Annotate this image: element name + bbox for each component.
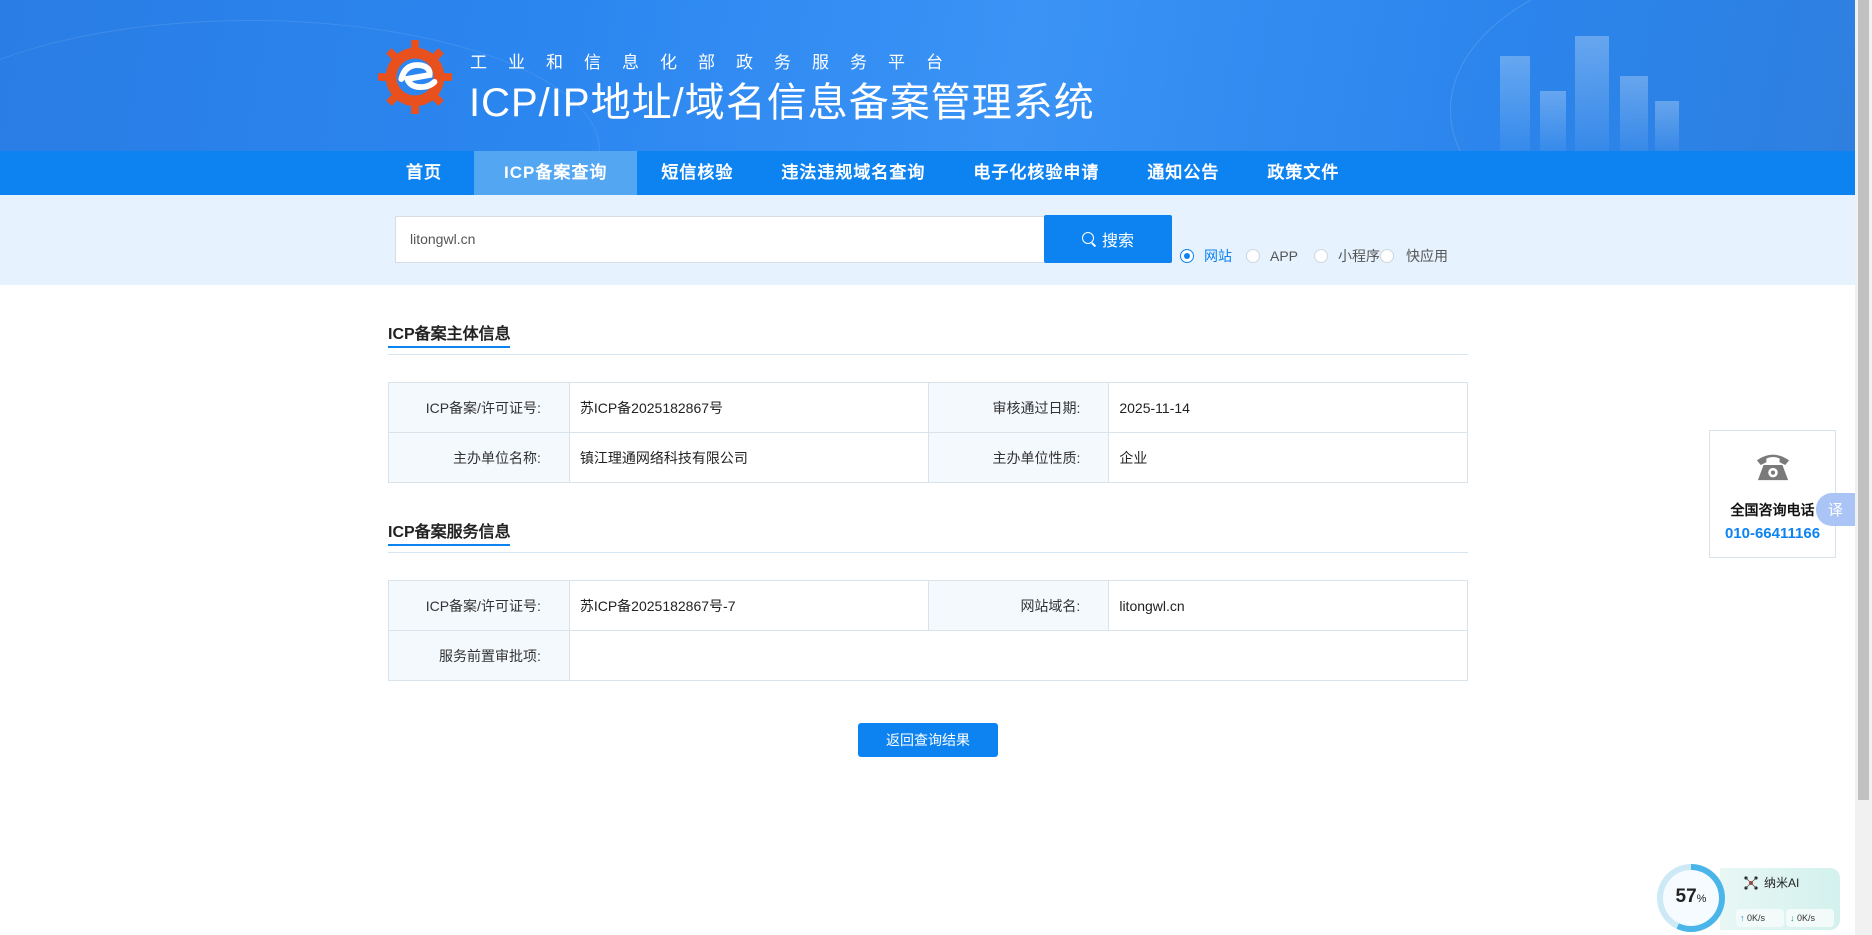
search-type-radios: 网站 APP 小程序 快应用 (1180, 246, 1462, 266)
radio-mini-program[interactable]: 小程序 (1314, 246, 1380, 266)
nav-item-sms-verify[interactable]: 短信核验 (637, 151, 757, 195)
service-license-value: 苏ICP备2025182867号-7 (568, 580, 929, 631)
license-value: 苏ICP备2025182867号 (568, 382, 929, 433)
nano-ai-icon (1744, 875, 1758, 890)
nano-ai-widget[interactable]: 纳米AI ↑ 0K/s ↓ 0K/s (1720, 868, 1840, 930)
website-domain-label: 网站域名: (927, 580, 1110, 631)
nav-item-illegal-domain-query[interactable]: 违法违规域名查询 (757, 151, 949, 195)
search-button[interactable]: 搜索 (1044, 215, 1172, 263)
table-row: ICP备案/许可证号: 苏ICP备2025182867号 审核通过日期: 202… (388, 382, 1468, 433)
radio-label: 网站 (1204, 248, 1232, 264)
usage-percent-sign: % (1696, 893, 1707, 905)
radio-dot (1246, 249, 1260, 263)
nav-item-notices[interactable]: 通知公告 (1123, 151, 1243, 195)
nav-item-policy-docs[interactable]: 政策文件 (1243, 151, 1363, 195)
ministry-logo (377, 39, 453, 115)
search-button-label: 搜索 (1101, 233, 1134, 250)
nav-item-home[interactable]: 首页 (384, 151, 474, 195)
header-banner: 工业和信息化部政务服务平台 ICP/IP地址/域名信息备案管理系统 (0, 0, 1855, 151)
section-divider (388, 354, 1468, 355)
scrollbar-thumb[interactable] (1858, 0, 1869, 800)
nav-item-e-verify-apply[interactable]: 电子化核验申请 (949, 151, 1123, 195)
system-title: ICP/IP地址/域名信息备案管理系统 (469, 81, 1095, 125)
table-row: 服务前置审批项: (388, 630, 1469, 681)
arrow-down-icon: ↓ (1790, 913, 1795, 923)
return-results-button[interactable]: 返回查询结果 (858, 723, 998, 757)
radio-dot (1180, 249, 1194, 263)
service-info-underline (388, 544, 510, 546)
memory-usage-ring[interactable]: 57% (1657, 864, 1725, 932)
hotline-number: 010-66411166 (1724, 525, 1821, 542)
arrow-up-icon: ↑ (1740, 913, 1745, 923)
approval-date-label: 审核通过日期: (927, 382, 1110, 433)
service-info-title: ICP备案服务信息 (388, 524, 511, 541)
organizer-name-label: 主办单位名称: (388, 432, 570, 483)
pre-approval-label: 服务前置审批项: (388, 630, 570, 681)
nav-item-icp-query[interactable]: ICP备案查询 (474, 151, 638, 195)
radio-label: APP (1270, 248, 1299, 264)
download-speed: ↓ 0K/s (1786, 909, 1834, 927)
subject-info-title: ICP备案主体信息 (388, 326, 511, 343)
subject-info-table: ICP备案/许可证号: 苏ICP备2025182867号 审核通过日期: 202… (388, 382, 1468, 483)
radio-label: 快应用 (1406, 248, 1449, 264)
translate-button[interactable]: 译 (1816, 493, 1855, 526)
organizer-type-label: 主办单位性质: (927, 432, 1110, 483)
radio-dot (1314, 249, 1329, 263)
main-nav: 首页 ICP备案查询 短信核验 违法违规域名查询 电子化核验申请 通知公告 政策… (0, 151, 1855, 195)
section-divider (388, 552, 1468, 553)
radio-label: 小程序 (1338, 248, 1381, 264)
radio-app[interactable]: APP (1246, 248, 1298, 264)
radio-quick-app[interactable]: 快应用 (1380, 246, 1448, 266)
radio-website[interactable]: 网站 (1180, 246, 1232, 266)
download-speed-value: 0K/s (1797, 913, 1816, 923)
subject-info-underline (388, 346, 510, 348)
upload-speed: ↑ 0K/s (1736, 909, 1784, 927)
radio-dot (1380, 249, 1395, 263)
website-domain-value: litongwl.cn (1108, 580, 1468, 631)
pre-approval-value (568, 630, 1469, 681)
approval-date-value: 2025-11-14 (1108, 382, 1468, 433)
service-info-table: ICP备案/许可证号: 苏ICP备2025182867号-7 网站域名: lit… (388, 580, 1469, 681)
search-icon (1081, 232, 1096, 246)
phone-icon (1756, 454, 1790, 481)
widget-name: 纳米AI (1764, 876, 1800, 890)
organizer-name-value: 镇江理通网络科技有限公司 (568, 432, 929, 483)
service-license-label: ICP备案/许可证号: (388, 580, 570, 631)
hotline-panel: 全国咨询电话 010-66411166 (1709, 430, 1836, 558)
table-row: ICP备案/许可证号: 苏ICP备2025182867号-7 网站域名: lit… (388, 580, 1468, 631)
license-label: ICP备案/许可证号: (388, 382, 570, 433)
table-row: 主办单位名称: 镇江理通网络科技有限公司 主办单位性质: 企业 (388, 432, 1468, 483)
search-input[interactable]: litongwl.cn (395, 216, 1045, 263)
usage-percent: 57 (1675, 886, 1697, 907)
upload-speed-value: 0K/s (1747, 913, 1766, 923)
organizer-type-value: 企业 (1108, 432, 1468, 483)
